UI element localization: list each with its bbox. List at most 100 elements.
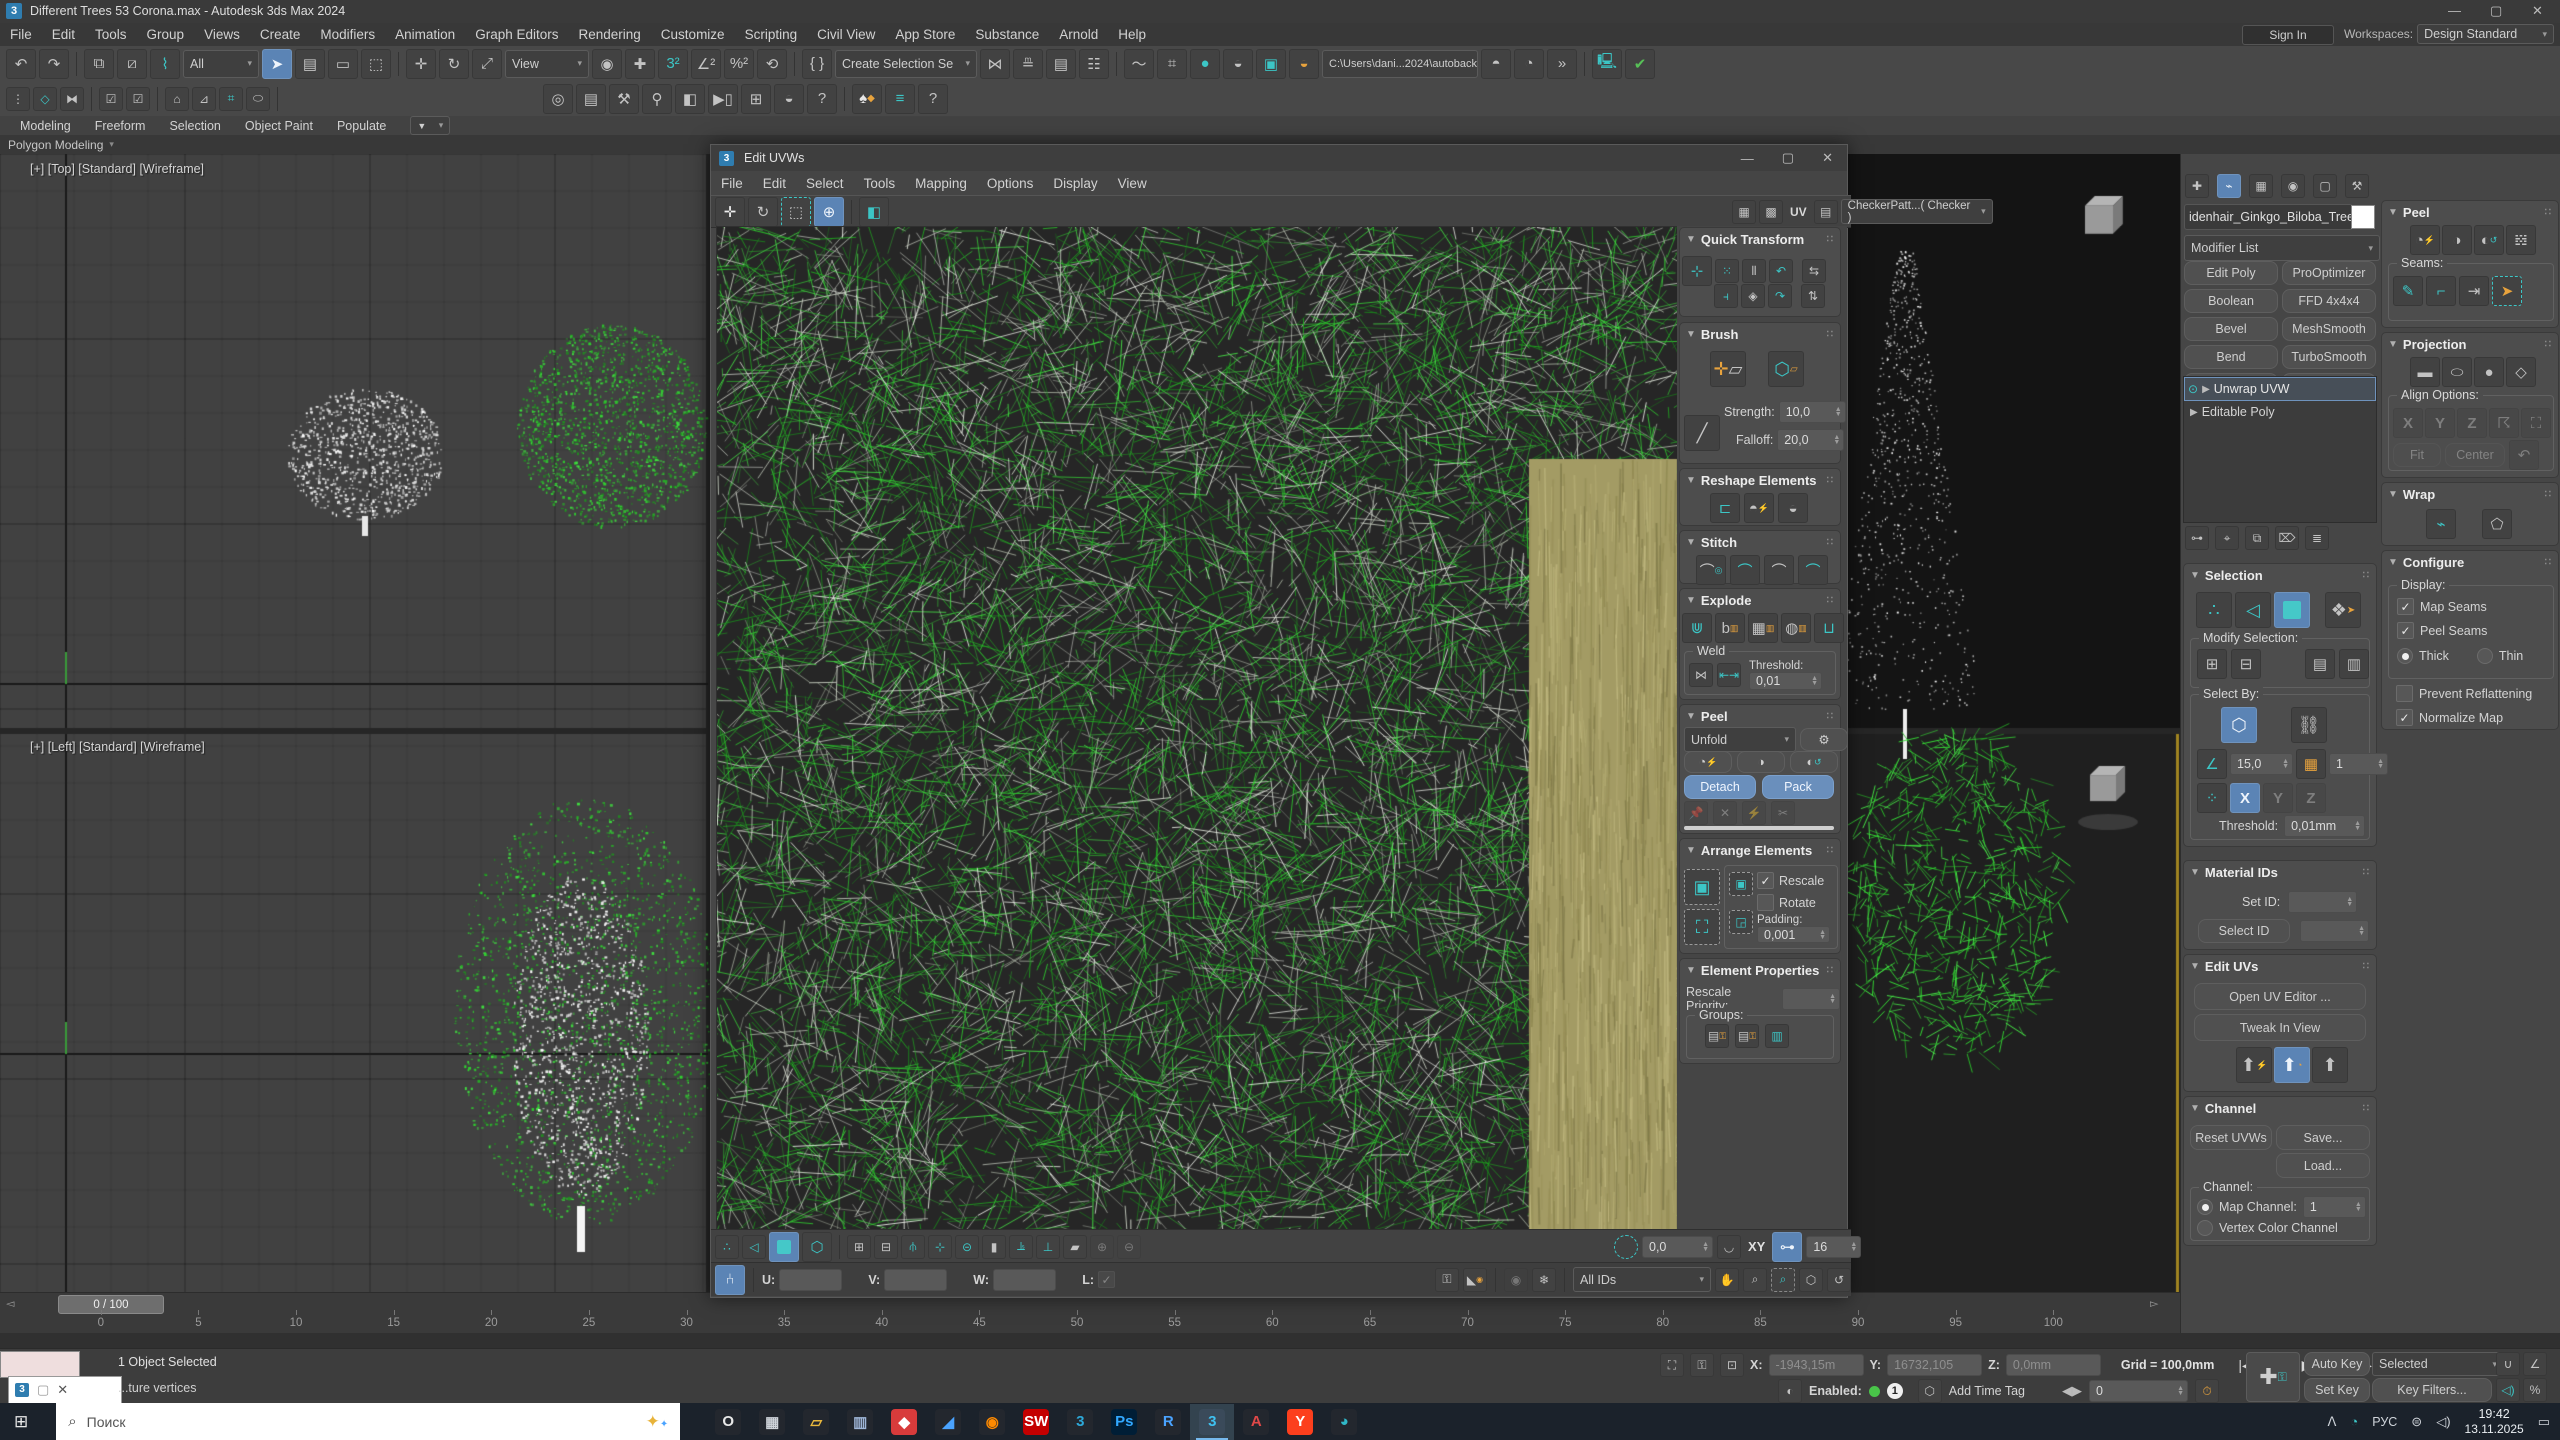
weld-threshold-spinner[interactable]: 0,01▲▼ (1749, 672, 1822, 690)
planar-spinner[interactable]: 1▲▼ (2329, 753, 2388, 775)
menu-item[interactable]: Scripting (735, 24, 808, 45)
normalize-map-checkbox[interactable]: ✓ (2396, 709, 2413, 726)
slice-icon[interactable]: ⚒ (609, 84, 639, 114)
menu-item[interactable]: Customize (651, 24, 735, 45)
brush-falloff-spinner[interactable]: 20,0▲▼ (1777, 429, 1844, 451)
show-grid-icon[interactable]: ▩ (1759, 200, 1783, 224)
select-object-icon[interactable]: ➤ (262, 49, 292, 79)
align-x-button[interactable]: X (2393, 408, 2423, 438)
modifier-button[interactable]: Bevel (2184, 317, 2278, 341)
hierarchy-tab-icon[interactable]: ▦ (2249, 174, 2273, 198)
rotate-ccw-icon[interactable]: ↶ (1769, 259, 1793, 283)
rotate-checkbox[interactable] (1757, 894, 1774, 911)
select-link-icon[interactable]: ⧉ (84, 49, 114, 79)
axis-x-button[interactable]: X (2230, 783, 2260, 813)
point-to-point-seam-icon[interactable]: ⌐ (2426, 276, 2456, 306)
isolate-selection-icon[interactable]: ⛶ (1660, 1353, 1684, 1377)
stitch-target-icon[interactable]: ⌒ (1798, 555, 1828, 585)
pin-stack-icon[interactable]: ⊶ (2185, 526, 2209, 550)
key-filters-button[interactable]: Key Filters... (2372, 1378, 2492, 1402)
help2-circle-icon[interactable]: ? (918, 84, 948, 114)
modifier-button[interactable]: Boolean (2184, 289, 2278, 313)
key-clock-icon[interactable]: ⏱ (2195, 1379, 2219, 1403)
curve-editor-icon[interactable]: 〜 (1124, 49, 1154, 79)
peel-reset2-icon[interactable]: ◐↺ (1790, 751, 1838, 773)
falloff-curve-icon[interactable]: ╱ (1684, 415, 1720, 451)
menu-item[interactable]: Views (194, 24, 250, 45)
taskbar-app[interactable]: ▥ (838, 1404, 882, 1440)
scale-icon[interactable]: ⤢ (472, 49, 502, 79)
menu-item[interactable]: App Store (885, 24, 965, 45)
stack-row-unwrap[interactable]: ⊙ ▶ Unwrap UVW (2184, 377, 2376, 401)
pack-button[interactable]: Pack (1762, 775, 1834, 799)
light-icon[interactable]: ⚲ (642, 84, 672, 114)
peel-mode-icon[interactable]: ◑ (2442, 225, 2472, 255)
mute-icon[interactable]: ◁) (2496, 1378, 2520, 1402)
freeze-icon[interactable]: ❄ (1532, 1268, 1556, 1292)
weld-all-icon[interactable]: ⇤⇥ (1717, 663, 1741, 687)
uv-select-row1-icon[interactable]: ⫛ (901, 1235, 925, 1259)
stitch-custom-icon[interactable]: ⌒◎ (1696, 555, 1726, 585)
peel-quick2-icon[interactable]: ◔⚡ (1684, 751, 1732, 773)
save-button[interactable]: Save... (2276, 1125, 2370, 1150)
angle-spinner[interactable]: 15,0▲▼ (2230, 753, 2293, 775)
shield-icon[interactable]: ◐ (1778, 1379, 1802, 1403)
group-select-icon[interactable]: ▥ (1765, 1024, 1789, 1048)
expand-to-seams-icon[interactable]: ➤ (2492, 276, 2522, 306)
weld-selected-icon[interactable]: ⋈ (1689, 663, 1713, 687)
tile-map-icon[interactable]: ▤ (1814, 200, 1838, 224)
modify-tab-icon[interactable]: ⌁ (2217, 174, 2241, 198)
center-button[interactable]: Center (2445, 443, 2505, 467)
taskbar-app[interactable]: 3 (1190, 1404, 1234, 1440)
split-view-icon[interactable]: ⊞ (741, 84, 771, 114)
zoom-extents-icon[interactable]: ⬡ (1799, 1268, 1823, 1292)
taskbar-app[interactable]: 3 (1058, 1404, 1102, 1440)
pin-all-icon[interactable]: ✂ (1771, 801, 1795, 825)
visibility-eye-icon[interactable]: ⊙ (2188, 382, 2198, 396)
tweak-in-view-button[interactable]: Tweak In View (2194, 1014, 2366, 1041)
align-vertical-icon[interactable]: ⫴ (1742, 259, 1766, 283)
rescale-elements-icon[interactable]: ▣ (1729, 872, 1753, 896)
close-icon[interactable]: ✕ (2532, 3, 2543, 19)
ribbon-tab[interactable]: Object Paint (233, 118, 325, 134)
peel-mode-dropdown[interactable]: Unfold▾ (1684, 727, 1796, 752)
tray-chevron-icon[interactable]: ᐱ (2328, 1414, 2337, 1430)
enabled-count-badge[interactable]: 1 (1887, 1383, 1903, 1399)
display-tab-icon[interactable]: ▢ (2313, 174, 2337, 198)
menu-item[interactable]: File (0, 24, 42, 45)
rescale-priority-spinner[interactable]: ▲▼ (1782, 988, 1840, 1010)
unlink-icon[interactable]: ⧄ (117, 49, 147, 79)
peel-seams-checkbox[interactable]: ✓ (2397, 622, 2414, 639)
track-bar[interactable] (0, 1333, 2560, 1348)
uv-scale-icon[interactable]: ⬚ (781, 197, 811, 227)
snap-percent-icon2[interactable]: % (2523, 1378, 2547, 1402)
configure-sets-icon[interactable]: ≣ (2305, 526, 2329, 550)
tray-app-icon[interactable]: ◔ (2350, 1414, 2358, 1429)
lock-mini-icon[interactable]: ⌂ (165, 87, 189, 111)
workspaces[interactable]: Workspaces: Design Standard▾ (2344, 25, 2554, 43)
modifier-button[interactable]: ProOptimizer (2282, 261, 2376, 285)
rotate-elements-icon[interactable]: ◲ (1729, 910, 1753, 934)
check2-icon[interactable]: ☑ (126, 87, 150, 111)
planar-tool-icon[interactable]: ▦ (2296, 749, 2326, 779)
uv-select-row2-icon[interactable]: ⊹ (928, 1235, 952, 1259)
display-settings-icon[interactable]: 🖳 (1592, 49, 1622, 79)
soft-selection-icon[interactable] (1614, 1235, 1638, 1259)
menu-item[interactable]: Animation (385, 24, 465, 45)
uv-paint-select-icon[interactable]: ▰ (1063, 1235, 1087, 1259)
pelt-map-icon[interactable]: 𝍌 (2506, 225, 2536, 255)
space-v-icon[interactable]: ⇅ (1801, 284, 1825, 308)
map-seams-checkbox[interactable]: ✓ (2397, 598, 2414, 615)
modifier-button[interactable]: Edit Poly (2184, 261, 2278, 285)
uv-editor-canvas[interactable] (716, 226, 1680, 1231)
reference-coordsys-dropdown[interactable]: View▾ (505, 50, 589, 78)
uv-shrink-icon[interactable]: ⊟ (874, 1235, 898, 1259)
peel-options-gear[interactable]: ⚙ (1800, 728, 1847, 751)
mini-close-icon[interactable]: ✕ (57, 1382, 68, 1398)
maximize-icon[interactable]: ▢ (2490, 3, 2502, 19)
zoom-region-icon[interactable]: ⌕ (1771, 1268, 1795, 1292)
uv-paint-plus-icon[interactable]: ⊕ (1090, 1235, 1114, 1259)
load-button[interactable]: Load... (2276, 1153, 2370, 1178)
uv-grow-icon[interactable]: ⊞ (847, 1235, 871, 1259)
dialog-menu-item[interactable]: Display (1043, 173, 1107, 194)
